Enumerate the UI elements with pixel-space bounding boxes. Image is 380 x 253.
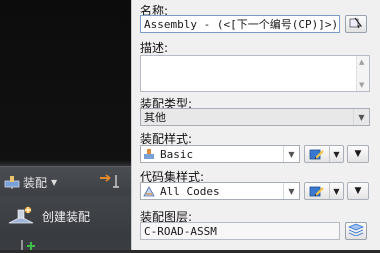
assembly-icon bbox=[4, 175, 20, 189]
code-set-style-edit-button[interactable]: ▼ bbox=[304, 182, 344, 200]
description-label: 描述: bbox=[140, 41, 169, 55]
create-assembly-icon bbox=[6, 205, 36, 227]
description-textarea[interactable]: ▲ ▼ bbox=[140, 55, 370, 92]
assembly-layer-field: C-ROAD-ASSM bbox=[140, 222, 340, 240]
code-set-icon bbox=[143, 185, 157, 197]
name-input[interactable]: Assembly - (<[下一个编号(CP)]>) bbox=[140, 15, 340, 33]
scroll-down-icon: ▼ bbox=[359, 81, 365, 89]
assembly-layer-value: C-ROAD-ASSM bbox=[144, 224, 217, 238]
edit-style-icon bbox=[305, 146, 330, 162]
code-set-style-value: All Codes bbox=[160, 184, 220, 198]
add-icon[interactable] bbox=[20, 238, 36, 250]
chevron-down-icon: ▼ bbox=[283, 146, 299, 162]
description-scrollbar[interactable]: ▲ ▼ bbox=[356, 56, 369, 91]
edit-style-icon bbox=[305, 183, 330, 199]
arrow-tool-icon[interactable] bbox=[96, 172, 122, 190]
layer-select-button[interactable] bbox=[345, 222, 367, 240]
assembly-menu-label: 装配 bbox=[23, 175, 48, 190]
chevron-down-icon: ▼ bbox=[353, 109, 369, 125]
assembly-style-value: Basic bbox=[160, 147, 194, 161]
chevron-down-icon: ▼ bbox=[51, 177, 58, 187]
style-icon bbox=[143, 148, 157, 160]
assembly-style-detail-button[interactable]: ▼ bbox=[347, 145, 369, 163]
assembly-type-value: 其他 bbox=[144, 111, 166, 124]
name-input-value: Assembly - (<[下一个编号(CP)]>) bbox=[144, 18, 339, 31]
name-template-icon bbox=[349, 17, 363, 32]
chevron-down-icon: ▼ bbox=[283, 183, 299, 199]
assembly-properties-panel: 名称: Assembly - (<[下一个编号(CP)]>) 描述: ▲ ▼ 装… bbox=[131, 0, 380, 250]
create-assembly-label: 创建装配 bbox=[42, 209, 91, 224]
assembly-style-select[interactable]: Basic ▼ bbox=[140, 145, 300, 163]
layer-select-icon bbox=[347, 223, 365, 239]
scroll-up-icon: ▲ bbox=[359, 58, 365, 66]
code-set-style-detail-button[interactable]: ▼ bbox=[347, 182, 369, 200]
chevron-down-icon: ▼ bbox=[333, 149, 340, 159]
chevron-down-icon: ▼ bbox=[333, 186, 340, 196]
triangle-down-icon: ▼ bbox=[354, 149, 362, 159]
assembly-type-select[interactable]: 其他 ▼ bbox=[140, 108, 370, 126]
triangle-down-icon: ▼ bbox=[354, 186, 362, 196]
code-set-style-select[interactable]: All Codes ▼ bbox=[140, 182, 300, 200]
name-template-button[interactable] bbox=[345, 15, 367, 33]
create-assembly-button[interactable]: 创建装配 bbox=[6, 204, 90, 228]
assembly-style-edit-button[interactable]: ▼ bbox=[304, 145, 344, 163]
assembly-menu-button[interactable]: 装配 ▼ bbox=[4, 173, 57, 191]
